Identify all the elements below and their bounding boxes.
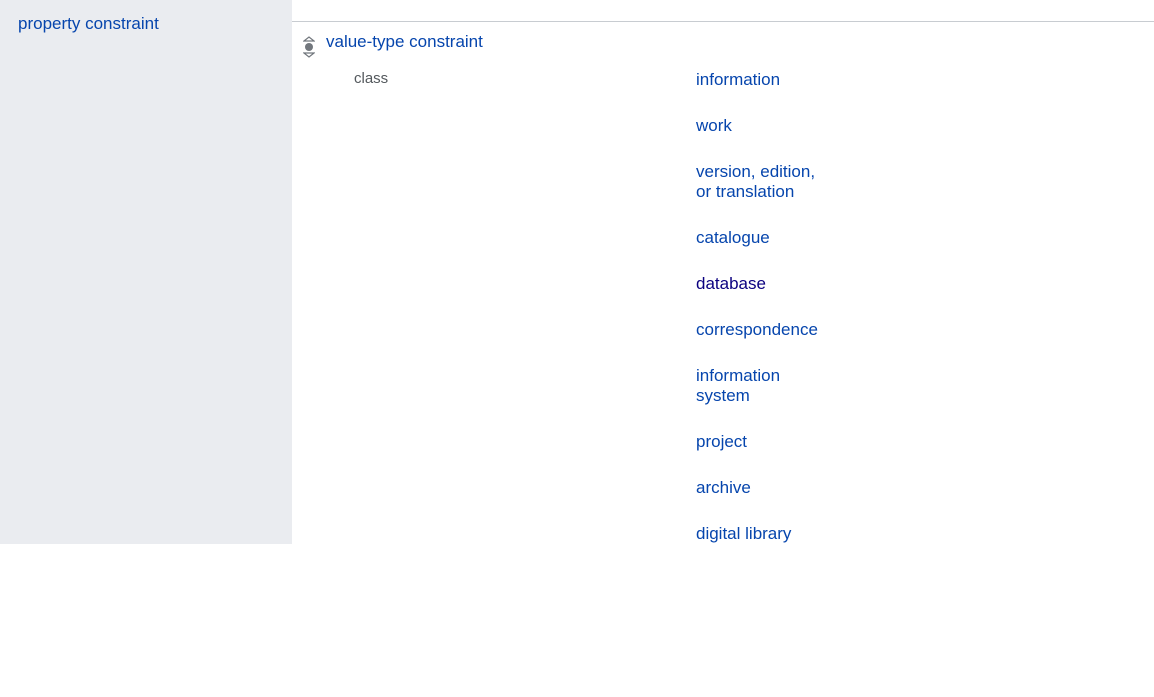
property-label-cell: property constraint [0,0,292,544]
mainsnak-column: value-type constraint class informationw… [326,32,726,544]
property-link[interactable]: property constraint [18,14,159,33]
qualifier-value-link[interactable]: correspondence [696,320,818,340]
value-area: value-type constraint class informationw… [292,0,1154,544]
mainsnak-value: value-type constraint [326,32,726,52]
qualifier-value-link[interactable]: version, edition, or translation [696,162,818,202]
qualifier-value-link[interactable]: database [696,274,818,294]
claim-row: value-type constraint class informationw… [292,22,1154,544]
rank-normal-icon [303,36,315,544]
statement-block: property constraint value-type constrain… [0,0,1154,544]
qualifier-value-link[interactable]: information [696,70,818,90]
rank-selector[interactable] [292,32,326,544]
qualifier-values-list: information work version, edition, or tran… [696,70,818,544]
qualifier-row: class informationworkversion, edition, o… [326,70,726,544]
constraint-type-link[interactable]: value-type constraint [326,32,483,51]
qualifier-value-link[interactable]: archive [696,478,818,498]
qualifier-value-link[interactable]: digital library [696,524,818,544]
qualifier-value-link[interactable]: project [696,432,818,452]
qualifier-value-link[interactable]: catalogue [696,228,818,248]
qualifier-value-link[interactable]: information system [696,366,818,406]
qualifier-value-link[interactable]: work [696,116,818,136]
qualifier-property-label: class [326,70,696,544]
